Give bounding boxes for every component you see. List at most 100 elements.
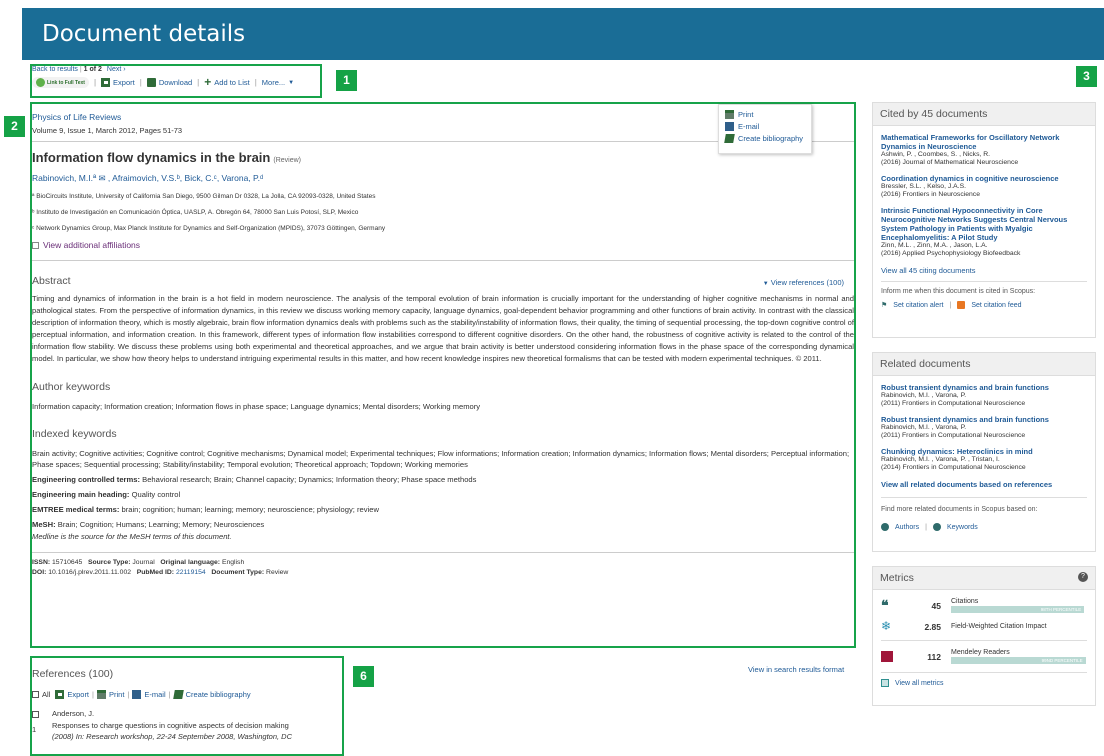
search-icon — [881, 523, 889, 531]
full-text-icon — [36, 78, 45, 87]
author-keywords-heading: Author keywords — [32, 381, 111, 393]
callout-1: 1 — [336, 70, 357, 91]
callout-6: 6 — [353, 666, 374, 687]
related-heading: Related documents — [873, 353, 1095, 376]
view-all-metrics-link[interactable]: View all metrics — [895, 680, 944, 687]
more-popup-menu: Print E-mail Create bibliography — [718, 104, 812, 154]
medline-note: Medline is the source for the MeSH terms… — [32, 532, 232, 541]
related-documents-panel: Related documents Robust transient dynam… — [866, 348, 1102, 558]
export-button[interactable]: Export — [113, 78, 135, 87]
affiliation-3: ᶜ Network Dynamics Group, Max Planck Ins… — [32, 225, 386, 232]
reference-source: (2008) In: Research workshop, 22-24 Sept… — [52, 732, 292, 741]
add-icon: + — [204, 75, 212, 89]
reference-author: Anderson, J. — [52, 709, 95, 718]
select-all-checkbox[interactable] — [32, 691, 39, 698]
cited-item-title[interactable]: Intrinsic Functional Hypoconnectivity in… — [881, 206, 1087, 242]
metric-mendeley: 112 Mendeley Readers 99ND PERCENTILE — [873, 649, 1095, 664]
pubmed-link[interactable]: 22119154 — [176, 569, 206, 576]
divider — [32, 260, 854, 261]
callout-2: 2 — [4, 116, 25, 137]
citation-inform-note: Inform me when this document is cited in… — [881, 288, 1036, 295]
find-more-note: Find more related documents in Scopus ba… — [881, 506, 1038, 513]
bibliography-icon — [724, 134, 735, 143]
chart-icon — [881, 679, 889, 687]
refs-bibliography-button[interactable]: Create bibliography — [186, 690, 251, 699]
view-additional-affiliations[interactable]: View additional affiliations — [32, 240, 854, 250]
divider — [881, 497, 1087, 498]
references-heading: References (100) — [32, 668, 114, 680]
page-header: Document details — [22, 8, 1104, 60]
mesh-terms: MeSH: Brain; Cognition; Humans; Learning… — [32, 520, 265, 529]
view-references-link[interactable]: ▼ View references (100) — [763, 278, 844, 287]
references-section: References (100) All Export | Print | E-… — [32, 658, 342, 756]
divider — [881, 672, 1087, 673]
rss-icon — [957, 301, 966, 309]
view-all-related-link[interactable]: View all related documents based on refe… — [873, 480, 1095, 489]
cited-item-title[interactable]: Coordination dynamics in cognitive neuro… — [881, 174, 1087, 183]
reference-checkbox[interactable] — [32, 710, 39, 718]
view-in-search-results-link[interactable]: View in search results format — [748, 665, 844, 674]
related-item-title[interactable]: Robust transient dynamics and brain func… — [881, 415, 1087, 424]
document-main: Physics of Life Reviews Volume 9, Issue … — [32, 104, 854, 646]
full-text-button[interactable]: Link to Full Text — [32, 77, 89, 88]
download-icon — [146, 78, 156, 87]
popup-print[interactable]: Print — [725, 110, 805, 119]
cited-item: Coordination dynamics in cognitive neuro… — [873, 174, 1095, 199]
affiliation-1: ª BioCircuits Institute, University of C… — [32, 193, 376, 200]
metric-citations: ❝ 45 Citations 98TH PERCENTILE — [873, 598, 1095, 613]
document-type: (Review) — [273, 157, 301, 164]
back-to-results-link[interactable]: Back to results — [32, 66, 78, 73]
engineering-controlled-terms: Engineering controlled terms: Behavioral… — [32, 475, 477, 484]
print-icon — [96, 690, 106, 699]
mail-icon — [725, 122, 734, 131]
meta-row-1: ISSN: 15710645 Source Type: Journal Orig… — [32, 559, 245, 566]
refs-print-button[interactable]: Print — [109, 690, 124, 699]
set-citation-feed-link[interactable]: Set citation feed — [971, 302, 1021, 309]
view-all-citing-link[interactable]: View all 45 citing documents — [873, 266, 1095, 275]
refs-email-button[interactable]: E-mail — [144, 690, 165, 699]
set-citation-alert-link[interactable]: Set citation alert — [893, 302, 943, 309]
result-count: 1 of 2 — [83, 66, 102, 73]
help-icon[interactable]: ? — [1078, 572, 1088, 582]
cited-item: Intrinsic Functional Hypoconnectivity in… — [873, 206, 1095, 258]
quote-icon: ❝ — [881, 597, 889, 613]
bibliography-icon — [172, 690, 184, 699]
percentile-bar: 99ND PERCENTILE — [951, 657, 1086, 664]
related-item-title[interactable]: Robust transient dynamics and brain func… — [881, 383, 1087, 392]
indexed-keywords-heading: Indexed keywords — [32, 428, 117, 440]
author-keywords: Information capacity; Information creati… — [32, 402, 481, 411]
cited-item: Mathematical Frameworks for Oscillatory … — [873, 133, 1095, 167]
export-icon — [101, 78, 111, 87]
abstract-heading: Abstract — [32, 275, 71, 287]
download-button[interactable]: Download — [159, 78, 192, 87]
add-to-list-button[interactable]: Add to List — [214, 78, 249, 87]
authors-button[interactable]: Authors — [895, 524, 919, 531]
indexed-keywords-brain: Brain activity; Cognitive activities; Co… — [32, 449, 850, 469]
popup-bibliography[interactable]: Create bibliography — [724, 134, 805, 143]
more-button[interactable]: More... — [262, 78, 285, 87]
keywords-button[interactable]: Keywords — [947, 524, 978, 531]
callout-3: 3 — [1076, 66, 1097, 87]
expand-icon — [32, 242, 39, 250]
reference-item: 1 Anderson, J. Responses to charge quest… — [32, 709, 292, 741]
divider — [32, 552, 854, 553]
bell-icon: ⚑ — [881, 302, 888, 309]
emtree-terms: EMTREE medical terms: brain; cognition; … — [32, 505, 379, 514]
related-item: Robust transient dynamics and brain func… — [873, 415, 1095, 440]
mendeley-icon — [881, 651, 893, 662]
popup-email[interactable]: E-mail — [725, 122, 805, 131]
metric-fwci: ❄ 2.85 Field-Weighted Citation Impact — [881, 619, 1047, 633]
percentile-bar: 98TH PERCENTILE — [951, 606, 1085, 613]
next-link[interactable]: Next › — [107, 66, 126, 73]
cited-item-title[interactable]: Mathematical Frameworks for Oscillatory … — [881, 133, 1087, 151]
related-item: Chunking dynamics: Heteroclinics in mind… — [873, 447, 1095, 472]
refs-export-button[interactable]: Export — [67, 690, 89, 699]
reference-title: Responses to charge questions in cogniti… — [52, 721, 289, 730]
metrics-heading: Metrics ? — [873, 567, 1095, 590]
affiliation-2: ᵇ Instituto de Investigación en Comunica… — [32, 209, 359, 216]
author-list[interactable]: Rabinovich, M.I.ª ✉ , Afraimovich, V.S.ᵇ… — [32, 173, 854, 184]
chevron-down-icon: ▼ — [288, 79, 295, 86]
divider — [881, 281, 1087, 282]
related-item-title[interactable]: Chunking dynamics: Heteroclinics in mind — [881, 447, 1087, 456]
related-item: Robust transient dynamics and brain func… — [873, 383, 1095, 408]
